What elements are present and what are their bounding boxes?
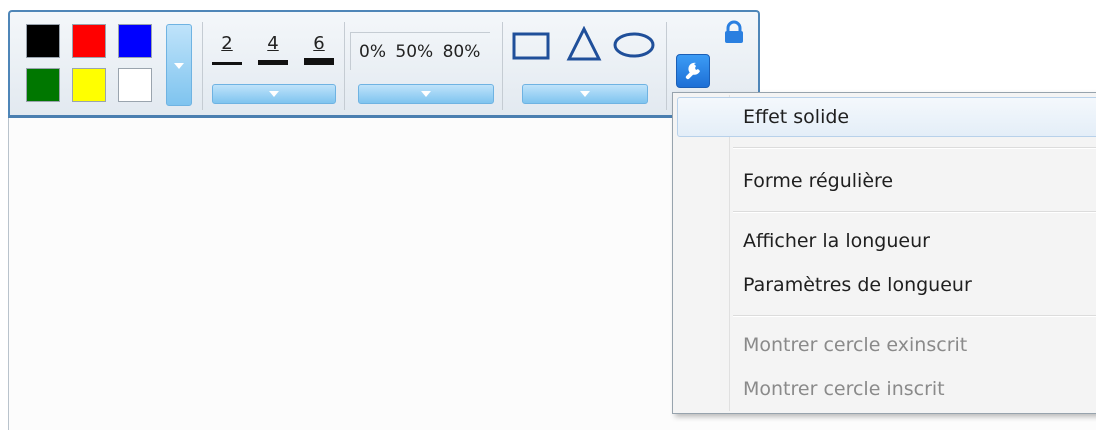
triangle-shape-icon[interactable] [566,26,602,62]
line-width-option-2[interactable]: 2 [210,34,244,74]
menu-separator [733,315,1096,317]
menu-item-parametres-longueur[interactable]: Paramètres de longueur [677,265,1096,305]
context-menu: Effet solide Forme régulière Afficher la… [672,92,1096,414]
opacity-option-50[interactable]: 50% [395,42,433,62]
line-width-dropdown-button[interactable] [212,84,336,104]
chevron-down-icon [269,91,279,97]
line-width-sample [258,60,288,65]
chevron-down-icon [580,91,590,97]
chevron-down-icon [421,91,431,97]
line-width-label: 4 [267,33,279,54]
menu-item-effet-solide[interactable]: Effet solide [677,97,1096,137]
toolbar-divider [202,22,203,110]
menu-separator [733,211,1096,213]
color-swatch-red[interactable] [72,24,106,58]
shape-dropdown-button[interactable] [522,84,648,104]
rectangle-shape-icon[interactable] [512,30,552,62]
line-width-sample [304,58,334,65]
line-width-option-6[interactable]: 6 [302,34,336,74]
toolbar-divider [502,22,503,110]
menu-item-cercle-exinscrit: Montrer cercle exinscrit [743,334,968,356]
chevron-down-icon [174,63,184,69]
drawing-toolbar: 2 4 6 0% 50% 80% [8,10,760,118]
menu-item-cercle-inscrit: Montrer cercle inscrit [743,378,945,400]
color-dropdown-button[interactable] [166,24,192,106]
wrench-icon [685,62,700,80]
lock-icon[interactable] [722,20,746,44]
ellipse-shape-icon[interactable] [612,30,656,60]
shape-settings-button[interactable] [676,54,710,88]
color-swatch-white[interactable] [118,68,152,102]
opacity-option-80[interactable]: 80% [443,42,481,62]
line-width-option-4[interactable]: 4 [256,34,290,74]
line-width-label: 2 [221,33,233,54]
color-swatch-blue[interactable] [118,24,152,58]
menu-item-afficher-longueur[interactable]: Afficher la longueur [677,221,1096,261]
color-swatch-yellow[interactable] [72,68,106,102]
toolbar-divider [666,22,667,110]
menu-separator [733,147,1096,149]
line-width-sample [212,62,242,65]
opacity-dropdown-button[interactable] [358,84,494,104]
toolbar-divider [344,22,345,110]
color-swatch-black[interactable] [26,24,60,58]
opacity-option-0[interactable]: 0% [359,42,386,62]
menu-item-forme-reguliere[interactable]: Forme régulière [677,161,1096,201]
opacity-options: 0% 50% 80% [350,32,490,70]
line-width-label: 6 [313,33,325,54]
color-swatch-green[interactable] [26,68,60,102]
